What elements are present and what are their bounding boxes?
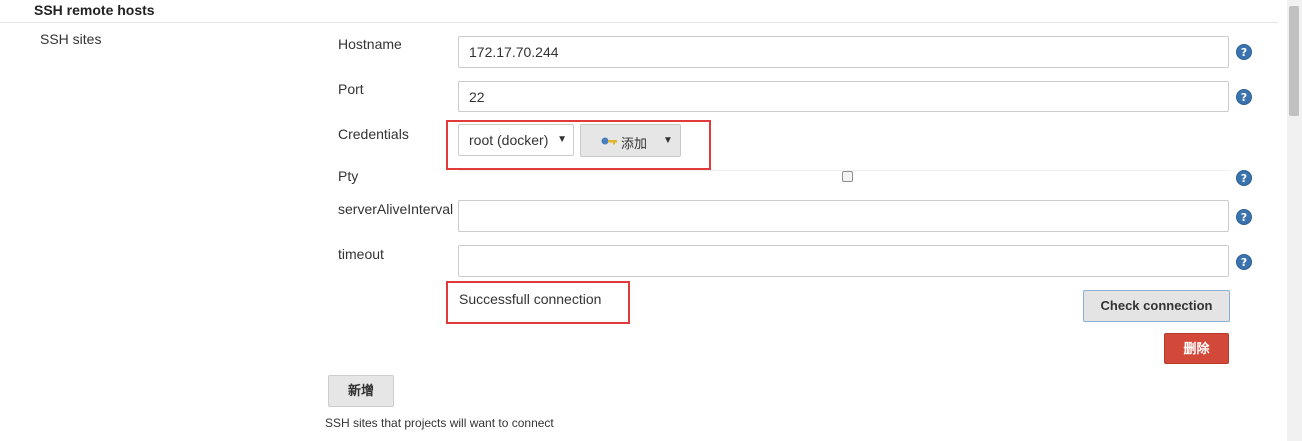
add-new-button[interactable]: 新增 — [328, 375, 394, 407]
section-title: SSH remote hosts — [34, 2, 155, 18]
ssh-sites-description: SSH sites that projects will want to con… — [325, 416, 554, 430]
timeout-help-icon[interactable]: ? — [1236, 254, 1252, 270]
delete-button[interactable]: 删除 — [1164, 333, 1229, 364]
server-alive-interval-help-icon[interactable]: ? — [1236, 209, 1252, 225]
server-alive-interval-input[interactable] — [458, 200, 1229, 232]
pty-help-icon[interactable]: ? — [1236, 170, 1252, 186]
check-connection-button[interactable]: Check connection — [1083, 290, 1230, 322]
section-divider — [0, 22, 1278, 23]
pty-checkbox[interactable] — [842, 171, 853, 182]
port-help-icon[interactable]: ? — [1236, 89, 1252, 105]
hostname-input[interactable] — [458, 36, 1229, 68]
ssh-sites-label: SSH sites — [40, 31, 102, 47]
pty-label: Pty — [338, 168, 359, 184]
port-label: Port — [338, 81, 364, 97]
hostname-label: Hostname — [338, 36, 402, 52]
port-input[interactable] — [458, 81, 1229, 112]
status-highlight-box — [446, 281, 630, 324]
scrollbar-thumb[interactable] — [1289, 6, 1299, 116]
credentials-highlight-box — [446, 120, 711, 170]
timeout-input[interactable] — [458, 245, 1229, 277]
server-alive-interval-label: serverAliveInterval — [338, 201, 454, 217]
hostname-help-icon[interactable]: ? — [1236, 44, 1252, 60]
credentials-label: Credentials — [338, 126, 409, 142]
timeout-label: timeout — [338, 246, 384, 262]
